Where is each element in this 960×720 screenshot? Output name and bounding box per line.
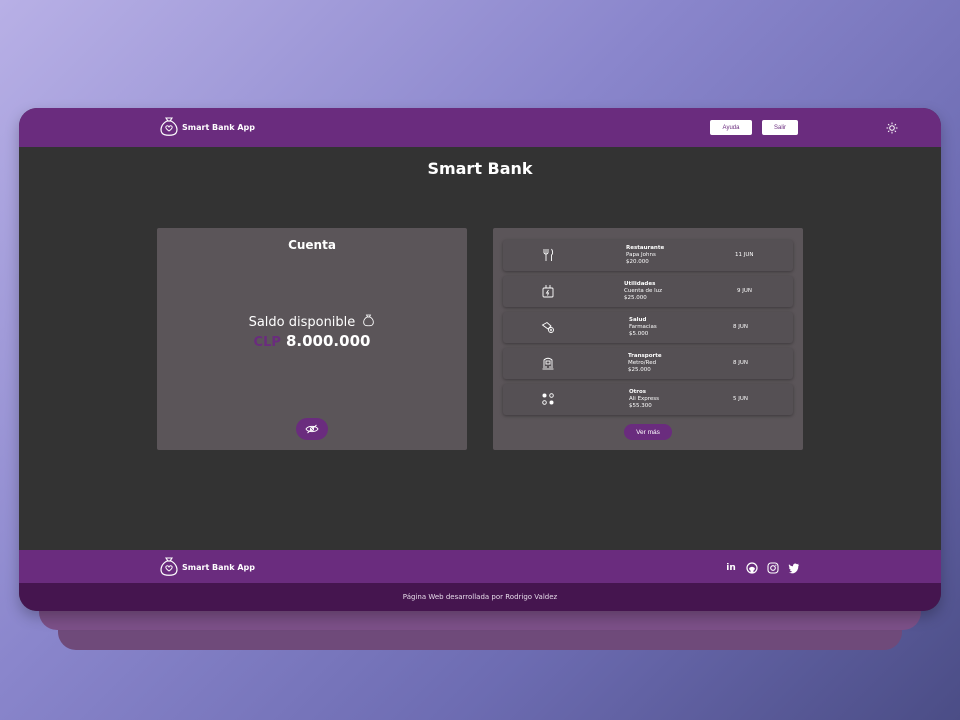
- money-bag-icon: [363, 314, 375, 327]
- transaction-description: Papa Johns: [626, 252, 656, 258]
- transaction-category: Salud: [629, 317, 647, 323]
- transaction-info: Transporte Metro/Red $25.000: [628, 353, 662, 374]
- transaction-row[interactable]: Utilidades Cuenta de luz $25.000 9 JUN: [503, 276, 793, 307]
- transaction-description: Cuenta de luz: [624, 288, 662, 294]
- account-title: Cuenta: [288, 238, 336, 252]
- logout-button[interactable]: Salir: [762, 120, 798, 135]
- balance-label-row: Saldo disponible: [157, 314, 467, 330]
- sun-icon[interactable]: [886, 122, 898, 134]
- transactions-list: Restaurante Papa Johns $20.000 11 JUN Ut…: [503, 240, 793, 420]
- transaction-row[interactable]: Restaurante Papa Johns $20.000 11 JUN: [503, 240, 793, 271]
- transaction-amount: $5.000: [629, 331, 649, 337]
- transaction-row[interactable]: Otros Ali Express $55.300 5 JUN: [503, 384, 793, 415]
- transaction-date: 11 JUN: [735, 252, 754, 258]
- transaction-date: 8 JUN: [733, 324, 749, 330]
- see-more-button[interactable]: Ver más: [624, 424, 672, 440]
- account-card: Cuenta Saldo disponible CLP 8.000.000: [157, 228, 467, 450]
- utensils-icon: [543, 248, 554, 261]
- transaction-amount: $20.000: [626, 259, 649, 265]
- balance-currency: CLP: [253, 335, 281, 350]
- help-button[interactable]: Ayuda: [710, 120, 752, 135]
- page-title: Smart Bank: [427, 159, 533, 178]
- balance-label: Saldo disponible: [248, 315, 356, 330]
- eye-slash-icon: [305, 424, 319, 434]
- navbar-brand[interactable]: Smart Bank App: [159, 116, 255, 138]
- linkedin-icon[interactable]: in: [725, 562, 737, 574]
- dots-icon: [542, 393, 554, 405]
- transaction-category: Otros: [629, 389, 647, 395]
- transactions-card: Restaurante Papa Johns $20.000 11 JUN Ut…: [493, 228, 803, 450]
- balance-amount: CLP 8.000.000: [157, 331, 467, 350]
- footer-brand[interactable]: Smart Bank App: [159, 556, 255, 578]
- twitter-icon[interactable]: [788, 562, 800, 574]
- train-icon: [542, 357, 554, 370]
- money-bag-icon: [160, 557, 178, 576]
- transaction-amount: $55.300: [629, 403, 652, 409]
- main-content: Smart Bank Cuenta Saldo disponible CLP 8…: [19, 147, 941, 550]
- transaction-category: Utilidades: [624, 281, 656, 287]
- transaction-info: Restaurante Papa Johns $20.000: [626, 245, 664, 266]
- transaction-amount: $25.000: [624, 295, 647, 301]
- instagram-icon[interactable]: [767, 562, 779, 574]
- transaction-info: Salud Farmacias $5.000: [629, 317, 657, 338]
- navbar: Smart Bank App Ayuda Salir: [19, 108, 941, 147]
- money-bag-icon: [160, 117, 178, 136]
- transaction-amount: $25.000: [628, 367, 651, 373]
- transaction-category: Restaurante: [626, 245, 665, 251]
- footer: Smart Bank App in Página Web desarrollad…: [19, 550, 941, 611]
- app-window: Smart Bank App Ayuda Salir Smart Bank Cu…: [19, 108, 941, 611]
- utilities-icon: [542, 285, 554, 298]
- transaction-info: Utilidades Cuenta de luz $25.000: [624, 281, 662, 302]
- transaction-description: Ali Express: [629, 396, 660, 402]
- transaction-category: Transporte: [628, 353, 662, 359]
- transaction-row[interactable]: Transporte Metro/Red $25.000 8 JUN: [503, 348, 793, 379]
- transaction-row[interactable]: Salud Farmacias $5.000 8 JUN: [503, 312, 793, 343]
- transaction-date: 8 JUN: [733, 360, 749, 366]
- transaction-description: Metro/Red: [628, 360, 657, 366]
- footer-top: Smart Bank App in: [19, 550, 941, 583]
- transaction-date: 9 JUN: [737, 288, 753, 294]
- github-icon[interactable]: [746, 562, 758, 574]
- transaction-info: Otros Ali Express $55.300: [629, 389, 659, 410]
- footer-credit: Página Web desarrollada por Rodrigo Vald…: [19, 583, 941, 611]
- social-links: in: [725, 562, 800, 574]
- toggle-balance-visibility-button[interactable]: [296, 418, 328, 440]
- health-icon: [541, 321, 554, 333]
- brand-name: Smart Bank App: [182, 122, 255, 132]
- balance-value: 8.000.000: [285, 332, 371, 350]
- footer-brand-name: Smart Bank App: [182, 562, 255, 572]
- transaction-date: 5 JUN: [733, 396, 749, 402]
- transaction-description: Farmacias: [629, 324, 657, 330]
